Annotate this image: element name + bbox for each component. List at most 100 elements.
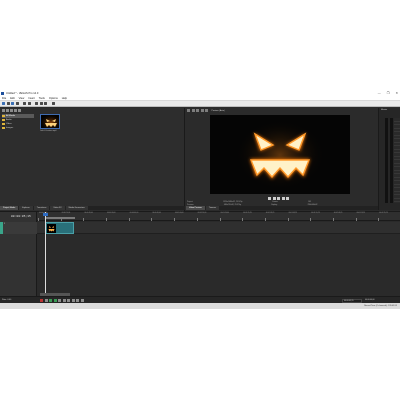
ruler-tick-label: 00:00:30;00 bbox=[107, 213, 116, 214]
properties-icon[interactable] bbox=[14, 109, 17, 112]
ruler-tick-label: 00:00:10;00 bbox=[61, 213, 71, 214]
menu-insert[interactable]: Insert bbox=[28, 97, 35, 100]
menu-options[interactable]: Options bbox=[49, 97, 58, 100]
selection-tool-icon[interactable] bbox=[44, 102, 47, 105]
clip-thumbnail bbox=[47, 224, 56, 233]
prev-frame-icon[interactable] bbox=[76, 299, 79, 302]
folder-icon bbox=[2, 126, 5, 130]
next-frame-icon[interactable] bbox=[286, 197, 289, 200]
tab-video-fx[interactable]: Video FX bbox=[50, 206, 65, 210]
play-icon[interactable] bbox=[53, 299, 57, 302]
playback-rate[interactable]: Rate: 0.00 bbox=[2, 299, 11, 301]
go-to-end-icon[interactable] bbox=[71, 299, 75, 302]
ruler-tick-label: 00:00:20;00 bbox=[84, 213, 93, 214]
video-track-header[interactable]: 1 bbox=[0, 222, 37, 234]
redo-icon[interactable] bbox=[27, 102, 31, 105]
ruler-tick bbox=[174, 218, 176, 221]
media-toolbar bbox=[2, 109, 21, 112]
ruler-tick bbox=[287, 218, 289, 221]
ruler-tick bbox=[128, 218, 130, 221]
media-bins-tree: All Media Audio Video Images bbox=[2, 114, 34, 130]
prev-frame-icon[interactable] bbox=[281, 197, 285, 200]
ruler-tick-label: 00:01:39;29 bbox=[265, 213, 275, 214]
copy-snapshot-icon[interactable] bbox=[200, 109, 204, 112]
track-list: 00:00:05;15 1 bbox=[0, 212, 37, 297]
ruler-tick-label: 00:01:29;29 bbox=[243, 213, 252, 214]
tab-video-preview[interactable]: Video Preview bbox=[186, 206, 205, 210]
stop-icon[interactable] bbox=[277, 197, 280, 200]
preview-toolbar: Preview (Auto) bbox=[187, 109, 225, 112]
menu-file[interactable]: File bbox=[2, 97, 6, 100]
tab-media-generators[interactable]: Media Generators bbox=[65, 206, 88, 210]
tab-explorer[interactable]: Explorer bbox=[19, 206, 33, 210]
left-dock-tabs: Project Media Explorer Transitions Video… bbox=[0, 206, 185, 210]
capture-icon[interactable] bbox=[6, 109, 9, 112]
remove-media-icon[interactable] bbox=[10, 109, 13, 112]
play-icon[interactable] bbox=[272, 197, 276, 200]
new-project-icon[interactable] bbox=[2, 102, 5, 105]
video-preview-pane: Preview (Auto) Project: 1920x1080x32, 29… bbox=[186, 108, 378, 210]
master-bus-meter: Master bbox=[378, 108, 400, 210]
folder-icon bbox=[2, 114, 5, 118]
tab-project-media[interactable]: Project Media bbox=[0, 206, 19, 210]
status-bar: Record Time (2 channels): 139:43:55 bbox=[0, 303, 400, 309]
left-channel-meter bbox=[385, 118, 388, 203]
save-icon[interactable] bbox=[11, 102, 14, 105]
track-number: 1 bbox=[4, 223, 6, 225]
timeline-scrollbar[interactable] bbox=[40, 293, 70, 296]
media-thumbnail[interactable] bbox=[40, 114, 60, 129]
ruler-tick-label: 00:02:09;29 bbox=[333, 213, 343, 214]
play-from-start-icon[interactable] bbox=[49, 299, 52, 302]
stop-icon[interactable] bbox=[62, 299, 66, 302]
tab-trimmer[interactable]: Trimmer bbox=[205, 206, 220, 210]
import-media-icon[interactable] bbox=[2, 109, 5, 112]
video-track-lane bbox=[37, 222, 400, 234]
undo-icon[interactable] bbox=[23, 102, 26, 105]
ruler-tick-label: 00:01:00;00 bbox=[175, 213, 184, 214]
ruler-tick bbox=[264, 218, 266, 221]
normal-edit-tool-icon[interactable] bbox=[35, 102, 38, 105]
bin-images[interactable]: Images bbox=[2, 126, 34, 130]
record-icon[interactable] bbox=[40, 299, 43, 302]
ruler-tick bbox=[355, 218, 357, 221]
ruler-tick bbox=[38, 218, 39, 221]
go-to-start-icon[interactable] bbox=[67, 299, 70, 302]
right-channel-meter bbox=[390, 118, 393, 203]
help-icon[interactable] bbox=[51, 102, 55, 105]
preview-screen bbox=[210, 115, 350, 194]
pause-icon[interactable] bbox=[58, 299, 61, 302]
playhead-handle[interactable] bbox=[43, 213, 48, 216]
playhead[interactable] bbox=[45, 212, 46, 297]
envelope-tool-icon[interactable] bbox=[39, 102, 43, 105]
preview-quality-dropdown[interactable]: Preview (Auto) bbox=[212, 110, 225, 112]
jack-o-lantern-clip-icon bbox=[48, 226, 55, 232]
folder-icon bbox=[2, 118, 5, 122]
menu-edit[interactable]: Edit bbox=[10, 97, 14, 100]
split-screen-icon[interactable] bbox=[191, 109, 195, 112]
meter-scale bbox=[394, 118, 400, 203]
loop-playback-icon[interactable] bbox=[44, 299, 48, 302]
ruler-tick bbox=[378, 218, 380, 221]
open-icon[interactable] bbox=[6, 102, 10, 105]
save-snapshot-icon[interactable] bbox=[205, 109, 208, 112]
cursor-timecode[interactable]: 00:00:05;15 bbox=[11, 215, 31, 218]
loop-region[interactable] bbox=[45, 217, 75, 219]
menu-help[interactable]: Help bbox=[62, 97, 67, 100]
project-media-pane: All Media Audio Video Images Jack-O-Lant… bbox=[0, 108, 185, 218]
preview-settings-icon[interactable] bbox=[187, 109, 190, 112]
cursor-position-field[interactable]: 00:00:05;15 bbox=[342, 298, 362, 303]
master-label: Master bbox=[381, 109, 388, 111]
video-clip[interactable] bbox=[45, 222, 74, 234]
tab-transitions[interactable]: Transitions bbox=[33, 206, 50, 210]
loop-icon[interactable] bbox=[268, 197, 271, 200]
overlays-icon[interactable] bbox=[196, 109, 199, 112]
ruler-tick bbox=[332, 218, 334, 221]
ruler-tick bbox=[242, 218, 244, 221]
views-icon[interactable] bbox=[18, 109, 21, 112]
ruler-tick bbox=[106, 218, 108, 221]
time-ruler[interactable]: 00:00:00;0000:00:10;0000:00:20;0000:00:3… bbox=[37, 212, 400, 221]
menu-tools[interactable]: Tools bbox=[39, 97, 45, 100]
menu-view[interactable]: View bbox=[19, 97, 25, 100]
render-icon[interactable] bbox=[15, 102, 19, 105]
next-frame-icon[interactable] bbox=[80, 299, 84, 302]
